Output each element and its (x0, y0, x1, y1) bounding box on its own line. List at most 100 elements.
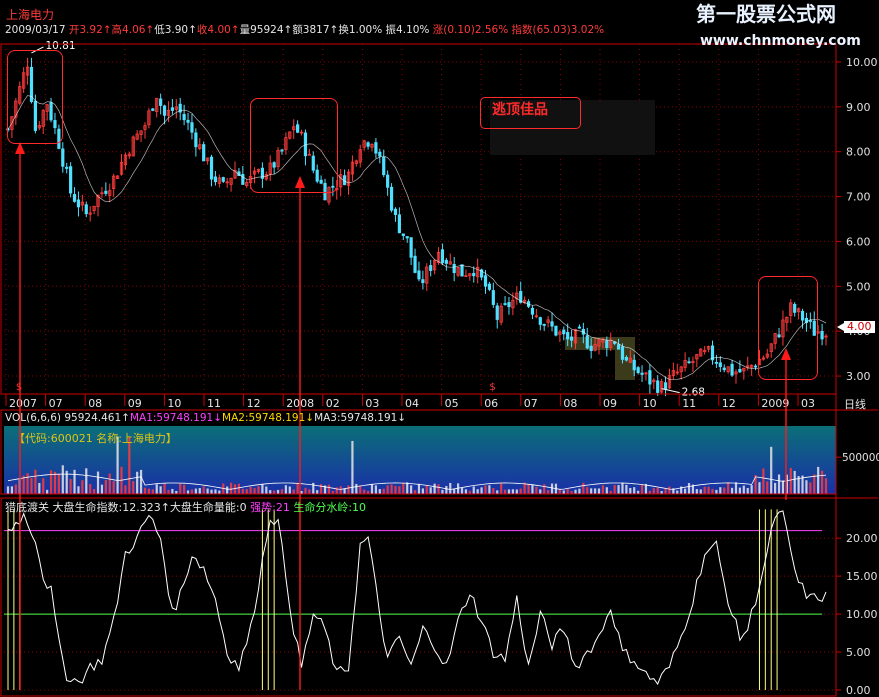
candle-body-46 (186, 119, 190, 123)
volume-field-4: MA3:59748.191↓ (314, 412, 407, 424)
volume-bar-21 (89, 484, 92, 494)
ind-tick-label-2: 10.00 (846, 608, 878, 621)
candle-body-127 (503, 303, 507, 305)
month-label-3: 09 (128, 397, 142, 410)
volume-bar-122 (484, 485, 487, 494)
ex-rights-marker-1: $ (489, 382, 495, 393)
volume-bar-89 (355, 483, 358, 494)
candle-body-174 (687, 361, 691, 364)
month-label-10: 04 (405, 397, 419, 410)
month-label-9: 03 (365, 397, 379, 410)
volume-bar-180 (711, 488, 714, 494)
volume-bar-121 (480, 487, 483, 494)
candle-body-42 (170, 107, 174, 111)
volume-bar-99 (394, 485, 397, 494)
volume-bar-158 (625, 484, 628, 494)
candle-body-124 (491, 290, 495, 305)
volume-bar-71 (284, 485, 287, 494)
volume-bar-19 (81, 480, 84, 494)
volume-bar-39 (159, 486, 162, 494)
volume-bar-160 (633, 487, 636, 494)
quote-field-10: 指数(65.03)3.02% (511, 24, 605, 36)
volume-bar-131 (519, 488, 522, 494)
volume-bar-156 (617, 485, 620, 494)
volume-bar-80 (320, 484, 323, 494)
volume-bar-48 (194, 488, 197, 494)
volume-field-1: 95924.461↑ (64, 412, 130, 424)
volume-bar-174 (687, 483, 691, 494)
indicator-lines (4, 509, 827, 690)
volume-bar-46 (186, 490, 190, 494)
ind-tick-label-3: 15.00 (846, 570, 878, 583)
volume-bar-201 (793, 470, 796, 494)
indicator-field-0: 猎底渡关 (5, 501, 53, 514)
volume-bar-41 (167, 489, 170, 494)
candle-body-161 (636, 367, 640, 374)
volume-bar-6 (30, 477, 33, 494)
volume-bar-49 (198, 488, 201, 494)
volume-bar-88 (351, 440, 354, 494)
volume-bar-124 (492, 487, 495, 494)
volume-bar-38 (155, 484, 158, 494)
candle-body-98 (389, 186, 394, 211)
volume-bar-152 (601, 485, 605, 494)
volume-bar-5 (26, 473, 29, 494)
candle-body-50 (202, 144, 206, 162)
volume-bar-195 (770, 446, 773, 494)
candle-body-55 (221, 177, 225, 182)
volume-bar-149 (590, 488, 593, 494)
volume-bar-113 (449, 482, 452, 494)
volume-bar-166 (656, 487, 659, 494)
month-label-14: 08 (563, 397, 577, 410)
volume-bar-33 (136, 471, 139, 494)
candle-body-45 (182, 113, 186, 121)
volume-bar-22 (93, 488, 96, 494)
volume-bar-27 (112, 481, 115, 494)
watermark-url: www.chnmoney.com (700, 33, 861, 49)
candle-body-52 (209, 156, 214, 180)
candle-body-39 (159, 98, 163, 106)
indicator-field-4: 生命分水岭:10 (293, 501, 367, 514)
volume-bar-147 (582, 482, 585, 494)
month-label-1: 07 (49, 397, 63, 410)
candle-body-162 (640, 372, 644, 375)
volume-bar-159 (629, 487, 632, 494)
volume-bar-204 (805, 480, 808, 494)
volume-bar-67 (269, 490, 272, 494)
candle-body-92 (366, 142, 370, 147)
candle-body-97 (386, 174, 390, 188)
candle-body-15 (65, 166, 69, 169)
indicator-field-2: 大盘生命量能:0 (169, 501, 251, 514)
price-ma-line (7, 95, 827, 380)
volume-bar-108 (429, 487, 432, 494)
price-candles: 10.812.68$ $ (6, 40, 828, 399)
candle-body-112 (444, 259, 448, 264)
indicator-field-3: 强势:21 (250, 501, 294, 514)
volume-bar-96 (382, 488, 385, 494)
volume-bar-37 (151, 489, 154, 494)
candle-body-16 (69, 166, 73, 194)
candle-body-122 (483, 275, 488, 287)
price-tick-label-2: 5.00 (846, 280, 871, 293)
volume-code-label: 【代码:600021 名称:上海电力】 (14, 432, 177, 445)
volume-field-2: MA1:59748.191↓ (129, 412, 223, 424)
volume-bar-150 (593, 488, 597, 494)
candle-body-111 (440, 249, 445, 264)
candle-body-156 (616, 344, 621, 350)
volume-bar-87 (347, 485, 350, 494)
volume-bar-98 (390, 484, 393, 494)
volume-bar-12 (53, 471, 57, 494)
volume-bar-74 (296, 482, 299, 494)
volume-bar-18 (77, 486, 80, 494)
volume-bar-11 (49, 470, 53, 494)
volume-bar-197 (777, 474, 781, 494)
candle-body-94 (374, 142, 378, 154)
candle-body-187 (738, 368, 742, 373)
candle-body-136 (538, 317, 542, 325)
volume-bar-125 (496, 490, 499, 494)
quote-field-6: 额3817↑ (292, 24, 339, 36)
month-label-20: 03 (801, 397, 815, 410)
candle-body-25 (104, 190, 108, 194)
candle-body-160 (632, 359, 636, 371)
volume-bar-62 (249, 486, 252, 494)
